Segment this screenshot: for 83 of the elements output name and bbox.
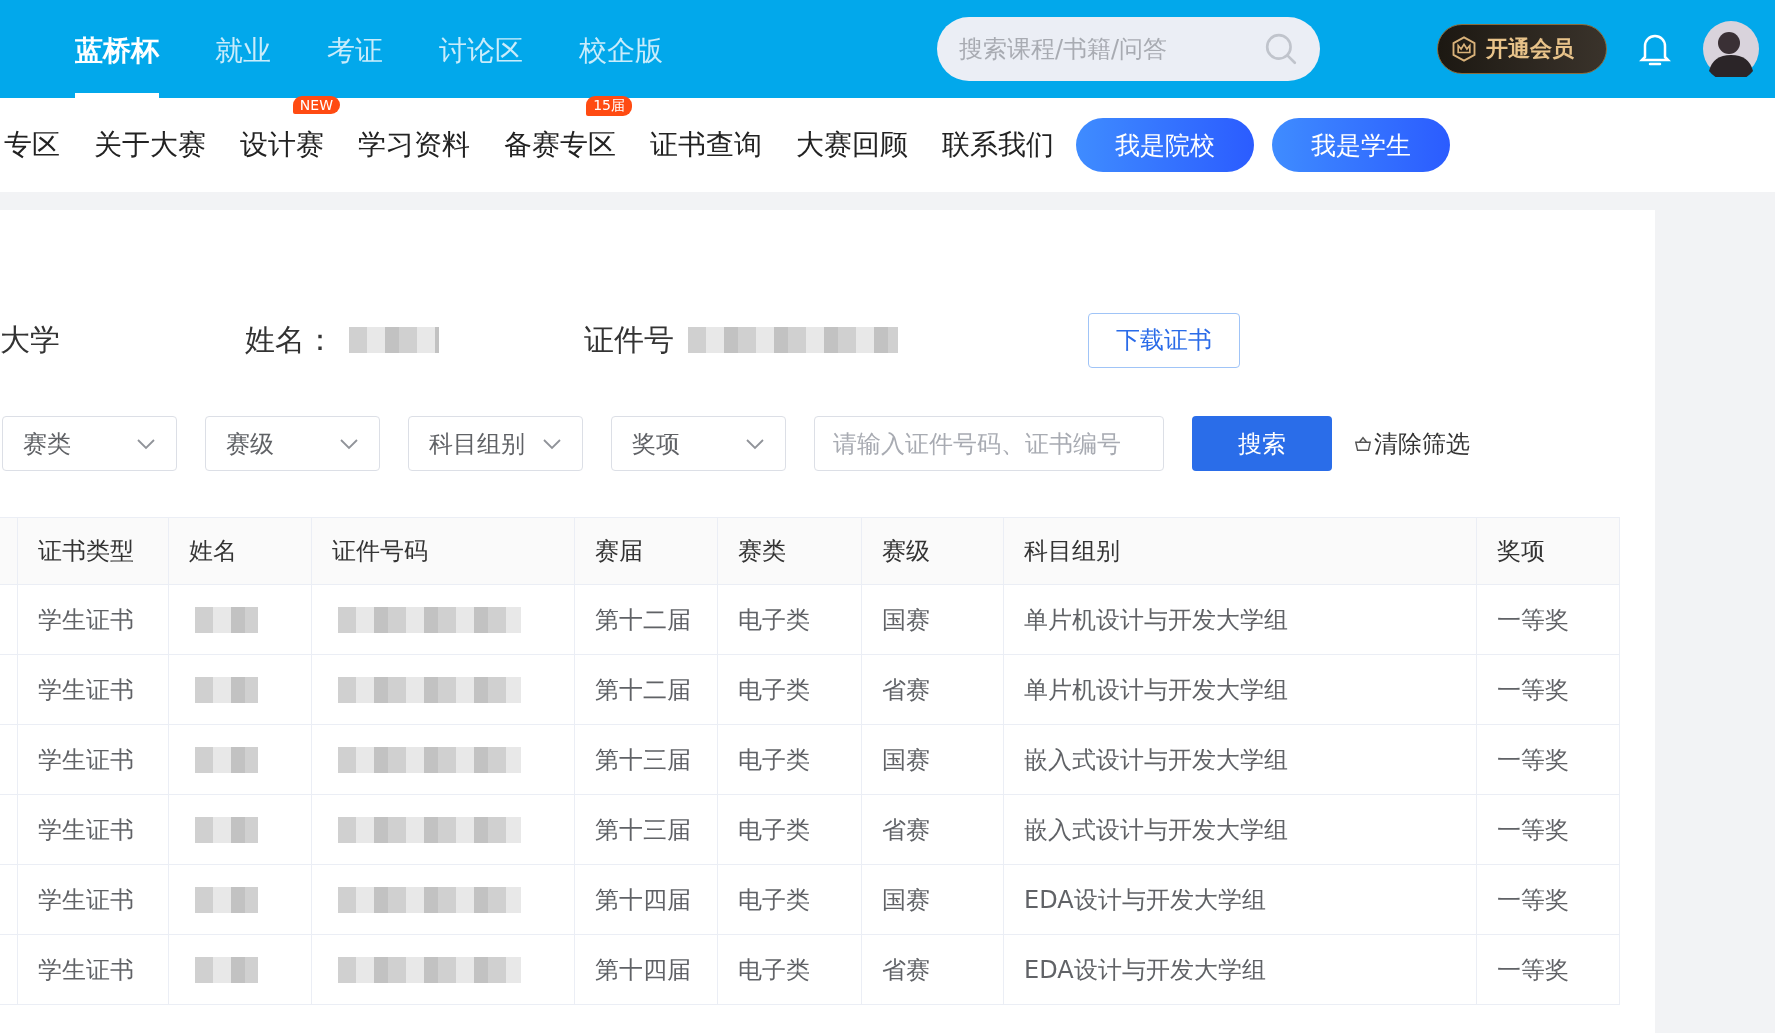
- table-cell: 电子类: [718, 795, 862, 864]
- column-header: 奖项: [1477, 518, 1620, 584]
- filter-dropdown[interactable]: 奖项: [611, 416, 786, 471]
- role-button[interactable]: 我是学生: [1272, 118, 1450, 172]
- table-cell: 学生证书: [18, 865, 169, 934]
- redacted-patch: [195, 956, 258, 983]
- table-cell: 嵌入式设计与开发大学组: [1004, 725, 1477, 794]
- redacted-patch: [195, 676, 258, 703]
- menu-link[interactable]: 关于大赛: [94, 128, 206, 161]
- id-label: 证件号: [584, 320, 674, 359]
- table-cell: 电子类: [718, 865, 862, 934]
- table-cell: 单片机设计与开发大学组: [1004, 655, 1477, 724]
- table-cell: 电子类: [718, 585, 862, 654]
- menu-link[interactable]: 联系我们: [942, 128, 1054, 161]
- table-cell: 学生证书: [18, 585, 169, 654]
- keyword-field[interactable]: 请输入证件号码、证书编号: [814, 416, 1164, 471]
- table-cell: EDA设计与开发大学组: [1004, 935, 1477, 1004]
- basket-icon: [1354, 434, 1372, 453]
- table-cell: 省赛: [862, 795, 1004, 864]
- table-cell: 一等奖: [1477, 585, 1620, 654]
- table-cell: 国赛: [862, 725, 1004, 794]
- table-cell: 一等奖: [1477, 865, 1620, 934]
- clear-filter-button[interactable]: 清除筛选: [1354, 427, 1470, 460]
- filter-dropdown[interactable]: 科目组别: [408, 416, 583, 471]
- table-cell: 第十二届: [575, 655, 718, 724]
- search-field[interactable]: 搜索课程/书籍/问答: [937, 17, 1320, 81]
- school-name: 大学: [0, 320, 60, 359]
- menu-link[interactable]: 学习资料: [358, 128, 470, 161]
- search-icon[interactable]: [1264, 32, 1298, 66]
- redacted-patch: [195, 606, 258, 633]
- menu-link[interactable]: 大赛回顾: [796, 128, 908, 161]
- menu-badge: NEW: [292, 96, 340, 114]
- redacted-patch: [195, 746, 258, 773]
- redacted-patch: [195, 816, 258, 843]
- table-cell: 电子类: [718, 935, 862, 1004]
- chevron-down-icon: [136, 437, 156, 450]
- table-cell: 电子类: [718, 655, 862, 724]
- table-cell: 电子类: [718, 725, 862, 794]
- redacted-patch: [195, 886, 258, 913]
- table-cell: 省赛: [862, 655, 1004, 724]
- column-header: 证书类型: [18, 518, 169, 584]
- table-cell: 学生证书: [18, 935, 169, 1004]
- table-cell: 单片机设计与开发大学组: [1004, 585, 1477, 654]
- table-cell: 第十二届: [575, 585, 718, 654]
- filter-dropdown[interactable]: 赛类: [2, 416, 177, 471]
- table-cell: 一等奖: [1477, 725, 1620, 794]
- table-cell: 国赛: [862, 865, 1004, 934]
- column-header: 赛届: [575, 518, 718, 584]
- table-cell: EDA设计与开发大学组: [1004, 865, 1477, 934]
- chevron-down-icon: [542, 437, 562, 450]
- table-cell: 学生证书: [18, 795, 169, 864]
- table-cell: 一等奖: [1477, 655, 1620, 724]
- table-cell: 一等奖: [1477, 935, 1620, 1004]
- column-header: 赛级: [862, 518, 1004, 584]
- download-button[interactable]: 下载证书: [1088, 312, 1240, 368]
- vip-button[interactable]: 开通会员: [1437, 24, 1607, 74]
- column-header: 姓名: [169, 518, 312, 584]
- menu-link[interactable]: 专区: [4, 128, 60, 161]
- table-cell: 一等奖: [1477, 795, 1620, 864]
- table-cell: 第十四届: [575, 935, 718, 1004]
- chevron-down-icon: [745, 437, 765, 450]
- column-header: 证件号码: [312, 518, 575, 584]
- filter-dropdown[interactable]: 赛级: [205, 416, 380, 471]
- menu-badge: 15届: [586, 96, 632, 116]
- name-label: 姓名：: [245, 320, 335, 359]
- table-cell: 学生证书: [18, 655, 169, 724]
- chevron-down-icon: [339, 437, 359, 450]
- column-header: 科目组别: [1004, 518, 1477, 584]
- table-cell: 省赛: [862, 935, 1004, 1004]
- menu-link[interactable]: 备赛专区: [504, 128, 616, 161]
- avatar[interactable]: [1703, 21, 1759, 77]
- column-header: 赛类: [718, 518, 862, 584]
- table-cell: 国赛: [862, 585, 1004, 654]
- table-cell: 第十三届: [575, 795, 718, 864]
- table-cell: 第十三届: [575, 725, 718, 794]
- menu-link[interactable]: 设计赛: [240, 128, 324, 161]
- role-button[interactable]: 我是院校: [1076, 118, 1254, 172]
- table-cell: 第十四届: [575, 865, 718, 934]
- table-cell: 嵌入式设计与开发大学组: [1004, 795, 1477, 864]
- crown-icon: [1450, 35, 1478, 63]
- menu-link[interactable]: 证书查询: [650, 128, 762, 161]
- table-cell: 学生证书: [18, 725, 169, 794]
- search-button[interactable]: 搜索: [1192, 416, 1332, 471]
